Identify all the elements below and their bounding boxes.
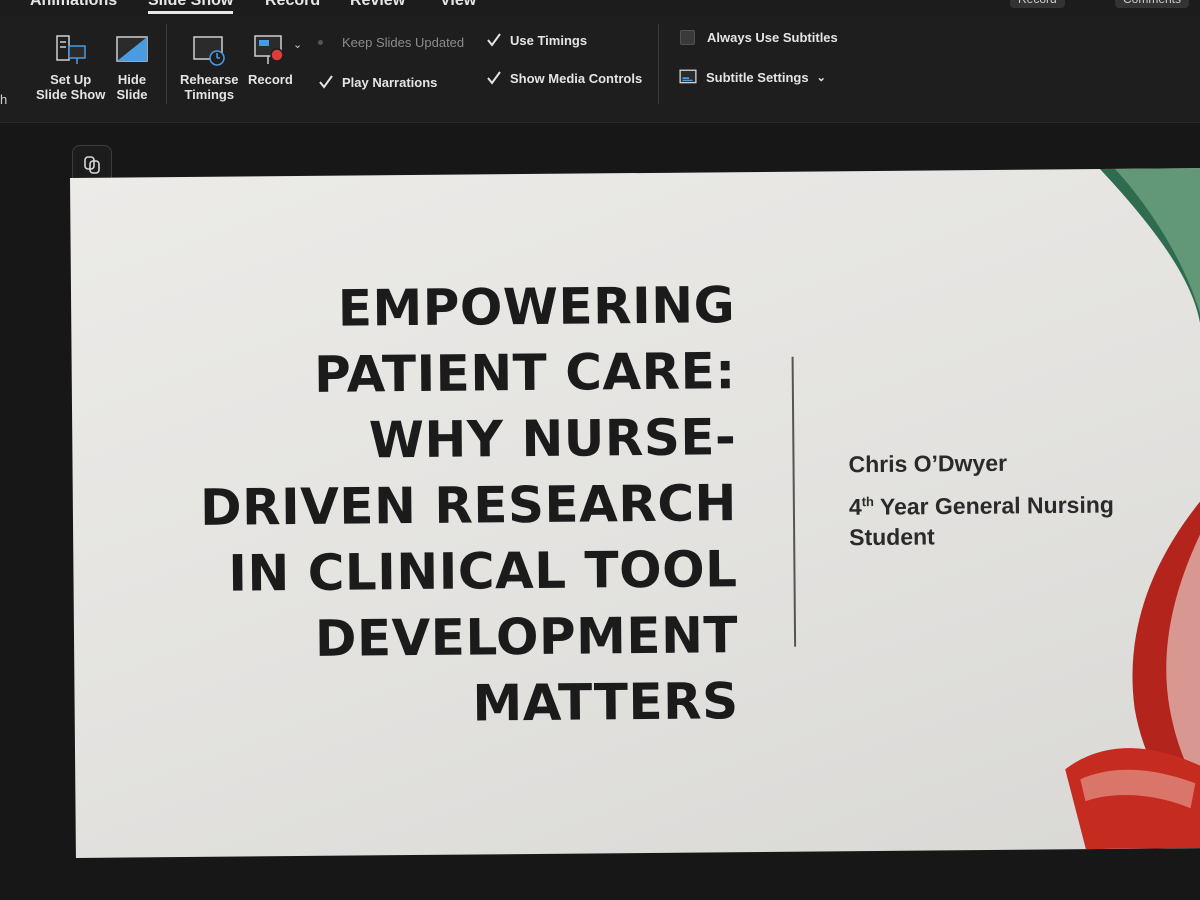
tab-slide-show[interactable]: Slide Show <box>148 0 234 14</box>
ribbon-group-separator <box>166 24 167 104</box>
record-label: Record <box>248 72 293 87</box>
set-up-line1: Set Up <box>50 72 92 87</box>
always-use-subtitles-label: Always Use Subtitles <box>707 30 838 45</box>
play-narrations-label: Play Narrations <box>342 74 438 90</box>
subtitle-settings-icon <box>679 69 697 84</box>
subtitle-settings-label: Subtitle Settings <box>706 69 809 85</box>
ribbon-group-separator <box>658 24 659 104</box>
ribbon-left-cut-label: h <box>0 92 8 107</box>
always-use-subtitles-checkbox[interactable]: Always Use Subtitles <box>680 30 838 45</box>
slide-vertical-divider <box>791 356 797 647</box>
tab-review[interactable]: Review <box>350 0 405 10</box>
slide-workspace: EMPOWERING PATIENT CARE: WHY NURSE- DRIV… <box>0 123 1200 900</box>
powerpoint-window: Animations Slide Show Record Review View… <box>0 0 1200 900</box>
slide-author-name[interactable]: Chris O’Dwyer <box>848 450 1007 478</box>
keep-slides-updated-label: Keep Slides Updated <box>342 35 465 50</box>
role-ordinal-suffix: th <box>861 493 874 510</box>
checkmark-icon <box>487 33 501 47</box>
use-timings-checkbox[interactable]: Use Timings <box>486 32 587 48</box>
set-up-line2: Slide Show <box>36 87 106 102</box>
hide-line2: Slide <box>116 87 148 102</box>
tab-record[interactable]: Record <box>265 0 320 10</box>
setup-slideshow-icon <box>55 35 86 64</box>
rehearse-line1: Rehearse <box>180 72 239 87</box>
ribbon-tab-row: Animations Slide Show Record Review View… <box>0 0 1200 16</box>
play-narrations-checkbox[interactable]: Play Narrations <box>318 74 437 90</box>
record-dropdown-chevron-icon[interactable]: ⌄ <box>293 38 302 51</box>
ribbon-slide-show: h Set Up Slide Show Hide Slide Rehearse … <box>0 16 1200 123</box>
tab-animations[interactable]: Animations <box>30 0 117 10</box>
hide-slide-button[interactable]: Hide Slide <box>114 34 150 102</box>
rehearse-timings-button[interactable]: Rehearse Timings <box>180 34 239 102</box>
dot-separator-icon <box>318 40 323 45</box>
record-button[interactable]: Record <box>248 34 293 87</box>
use-timings-label: Use Timings <box>510 32 588 48</box>
hide-slide-icon <box>116 36 148 62</box>
checkmark-icon <box>319 75 333 89</box>
set-up-slide-show-button[interactable]: Set Up Slide Show <box>36 34 105 102</box>
tab-view[interactable]: View <box>440 0 476 10</box>
unchecked-box-icon <box>680 30 695 45</box>
comments-button[interactable]: Comments <box>1115 0 1190 8</box>
subtitle-settings-button[interactable]: Subtitle Settings ⌄ <box>678 68 826 86</box>
slide-canvas[interactable]: EMPOWERING PATIENT CARE: WHY NURSE- DRIV… <box>70 168 1200 858</box>
keep-slides-updated-option: Keep Slides Updated <box>342 35 464 50</box>
decorative-swirl-graphic <box>1065 168 1200 850</box>
show-media-controls-checkbox[interactable]: Show Media Controls <box>486 70 642 86</box>
hide-line1: Hide <box>117 72 147 87</box>
show-media-controls-label: Show Media Controls <box>510 70 643 86</box>
rehearse-timings-icon <box>193 36 226 66</box>
checkmark-icon <box>487 71 501 85</box>
role-number: 4 <box>848 493 862 520</box>
record-icon <box>254 35 285 64</box>
subtitle-settings-chevron-down-icon: ⌄ <box>816 71 826 84</box>
record-top-button[interactable]: Record <box>1010 0 1065 8</box>
slide-title[interactable]: EMPOWERING PATIENT CARE: WHY NURSE- DRIV… <box>175 272 739 739</box>
rehearse-line2: Timings <box>184 87 235 102</box>
